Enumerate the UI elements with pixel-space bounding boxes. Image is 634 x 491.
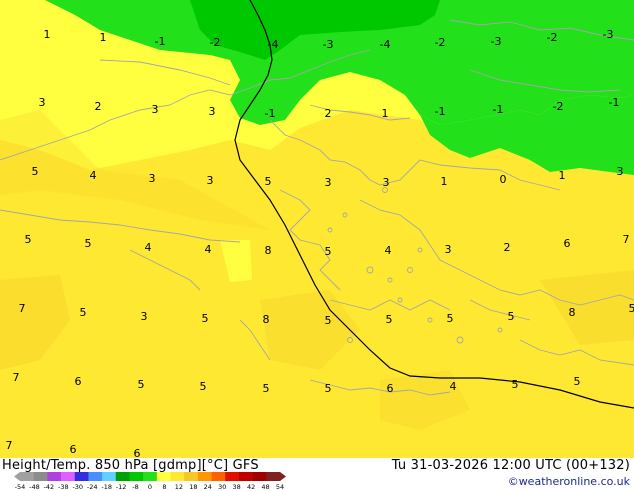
- temp-value-label: -3: [323, 38, 334, 51]
- colorbar-segment: [47, 472, 61, 481]
- temp-value-label: 7: [19, 302, 26, 315]
- colorbar-segment: [184, 472, 198, 481]
- temp-value-label: 5: [138, 378, 145, 391]
- colorbar: [14, 472, 294, 482]
- colorbar-segment: [198, 472, 212, 481]
- temp-value-label: -3: [491, 35, 502, 48]
- colorbar-segment: [102, 472, 116, 481]
- temp-value-label: -1: [609, 96, 620, 109]
- temp-value-label: -1: [435, 105, 446, 118]
- colorbar-segment: [266, 472, 280, 481]
- temp-value-label: -1: [265, 107, 276, 120]
- colorbar-segment: [61, 472, 75, 481]
- colorbar-segment: [212, 472, 226, 481]
- temp-value-label: -2: [210, 36, 221, 49]
- temp-value-label: 3: [325, 176, 332, 189]
- colorbar-segment: [157, 472, 171, 481]
- temp-value-label: 5: [85, 237, 92, 250]
- temp-value-label: -4: [380, 38, 391, 51]
- temp-value-label: 1: [44, 28, 51, 41]
- colorbar-segment: [143, 472, 157, 481]
- temp-value-label: 5: [263, 382, 270, 395]
- temp-value-label: -2: [553, 100, 564, 113]
- temp-value-label: -3: [603, 28, 614, 41]
- temp-value-label: -2: [547, 31, 558, 44]
- temp-value-label: 5: [629, 302, 634, 315]
- colorbar-segment: [34, 472, 48, 481]
- colorbar-segment: [253, 472, 267, 481]
- temp-value-label: 5: [512, 378, 519, 391]
- temp-value-label: 5: [508, 310, 515, 323]
- map-title: Height/Temp. 850 hPa [gdmp][°C] GFS: [2, 458, 259, 473]
- temp-value-label: 1: [441, 175, 448, 188]
- temp-value-label: 3: [207, 174, 214, 187]
- colorbar-segment: [88, 472, 102, 481]
- temp-value-label: -1: [493, 103, 504, 116]
- temp-value-label: 3: [209, 105, 216, 118]
- temp-value-label: 3: [617, 165, 624, 178]
- temp-value-label: 5: [574, 375, 581, 388]
- temp-value-label: 3: [141, 310, 148, 323]
- temp-value-label: 1: [382, 107, 389, 120]
- temp-value-label: 5: [25, 233, 32, 246]
- colorbar-arrow-left: [14, 472, 20, 481]
- temp-value-label: 2: [504, 241, 511, 254]
- temp-value-label: 4: [205, 243, 212, 256]
- colorbar-segment: [225, 472, 239, 481]
- temp-value-label: 5: [325, 314, 332, 327]
- colorbar-segment: [20, 472, 34, 481]
- temp-value-label: 1: [100, 31, 107, 44]
- map-canvas: 1 1 -1 -2 -4 -3 -4 -2 -3 -2 -3 3 2 3 3 -1 2 1 -1 -1 -2 -1 5 4 3 3…: [0, 0, 634, 458]
- temp-value-label: 5: [265, 175, 272, 188]
- temp-value-label: 4: [145, 241, 152, 254]
- temp-value-label: 4: [90, 169, 97, 182]
- temp-value-label: 5: [200, 380, 207, 393]
- colorbar-arrow-right: [280, 472, 286, 481]
- temp-value-label: 5: [325, 245, 332, 258]
- colorbar-segment: [75, 472, 89, 481]
- temp-value-label: 7: [6, 439, 13, 452]
- temp-value-label: 7: [623, 233, 630, 246]
- temp-value-label: 3: [445, 243, 452, 256]
- temp-value-label: 2: [95, 100, 102, 113]
- temp-value-label: 5: [80, 306, 87, 319]
- temp-value-label: 5: [202, 312, 209, 325]
- temp-value-label: 8: [265, 244, 272, 257]
- temp-value-label: 6: [75, 375, 82, 388]
- colorbar-segment: [129, 472, 143, 481]
- temp-value-label: 1: [559, 169, 566, 182]
- valid-datetime: Tu 31-03-2026 12:00 UTC (00+132): [392, 458, 630, 473]
- temp-value-label: 5: [325, 382, 332, 395]
- temp-value-label: -4: [268, 38, 279, 51]
- temp-value-label: 6: [564, 237, 571, 250]
- colorbar-segment: [116, 472, 130, 481]
- colorbar-segment: [171, 472, 185, 481]
- temp-value-label: 6: [70, 443, 77, 456]
- temp-value-label: -1: [155, 35, 166, 48]
- credit-link[interactable]: ©weatheronline.co.uk: [508, 475, 630, 488]
- temp-value-label: 2: [325, 107, 332, 120]
- temp-value-label: 5: [386, 313, 393, 326]
- temp-value-label: 5: [32, 165, 39, 178]
- temp-value-label: -2: [435, 36, 446, 49]
- temp-value-label: 3: [39, 96, 46, 109]
- temp-value-label: 5: [447, 312, 454, 325]
- temp-value-label: 8: [569, 306, 576, 319]
- temp-value-label: 3: [152, 103, 159, 116]
- temp-value-label: 6: [387, 382, 394, 395]
- temp-value-label: 0: [500, 173, 507, 186]
- weather-map: 1 1 -1 -2 -4 -3 -4 -2 -3 -2 -3 3 2 3 3 -1 2 1 -1 -1 -2 -1 5 4 3 3…: [0, 0, 634, 458]
- temp-value-label: 7: [13, 371, 20, 384]
- temp-value-label: 6: [134, 447, 141, 458]
- temp-value-label: 4: [450, 380, 457, 393]
- temp-value-label: 8: [263, 313, 270, 326]
- temp-value-label: 4: [385, 244, 392, 257]
- map-footer: Height/Temp. 850 hPa [gdmp][°C] GFS Tu 3…: [0, 458, 634, 490]
- temp-value-label: 3: [149, 172, 156, 185]
- colorbar-segment: [239, 472, 253, 481]
- temp-value-label: 3: [383, 176, 390, 189]
